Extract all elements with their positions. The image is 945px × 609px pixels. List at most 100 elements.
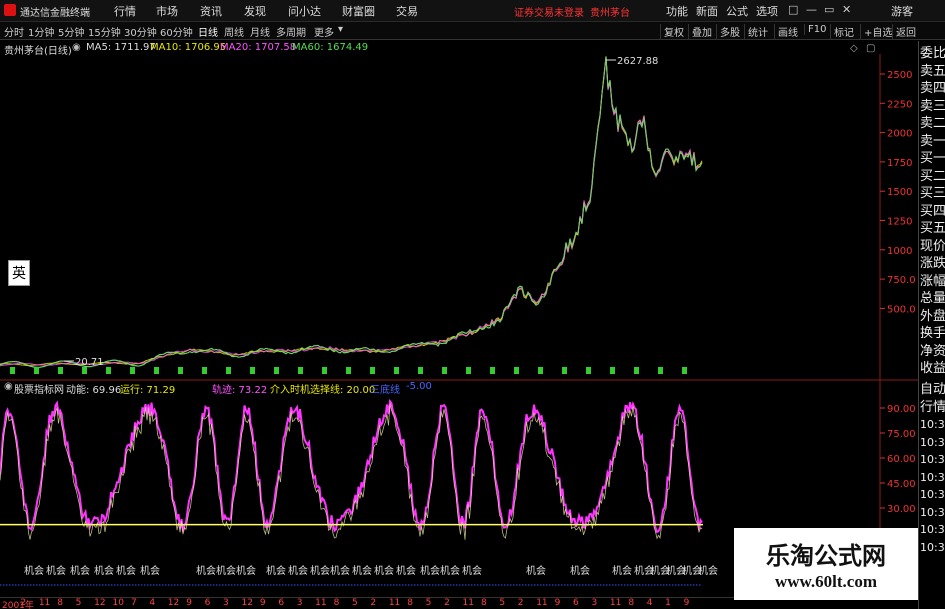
window-icon[interactable]: ▭ xyxy=(824,3,834,16)
signal-label: 机会 xyxy=(196,564,216,577)
close-icon[interactable]: ✕ xyxy=(842,3,851,16)
date-tick-label: 12 xyxy=(167,598,180,608)
tool-f10[interactable]: F10 xyxy=(804,24,826,35)
input-method-badge[interactable]: 英 xyxy=(8,260,30,286)
menu-item-wenxiaoda[interactable]: 问小达 xyxy=(288,3,321,19)
tool-zixuan[interactable]: +自选 xyxy=(860,24,892,39)
quote-field-label: 买一 xyxy=(920,151,945,166)
minimize-icon[interactable]: — xyxy=(806,3,817,16)
signal-label: 机会 xyxy=(24,564,44,577)
event-marker xyxy=(130,367,135,374)
signal-label: 机会 xyxy=(396,564,416,577)
date-tick-label: 5 xyxy=(75,598,82,608)
expand-icon[interactable]: ◇ xyxy=(850,43,858,54)
event-marker xyxy=(34,367,39,374)
guest-label[interactable]: 游客 xyxy=(891,3,913,19)
period-monthly[interactable]: 月线 xyxy=(250,24,270,39)
tool-tongji[interactable]: 统计 xyxy=(744,24,768,39)
date-tick-label: 12 xyxy=(94,598,106,608)
quote-field-label: 买四 xyxy=(920,203,945,219)
y-tick-label: 500.0 xyxy=(887,304,916,315)
y-tick-label: 1250 xyxy=(887,217,912,228)
menu-item-caifuquan[interactable]: 财富圈 xyxy=(342,3,375,19)
date-tick-label: 3 xyxy=(591,598,598,608)
quote-field-label: 卖四 xyxy=(920,81,945,96)
event-marker xyxy=(394,367,399,374)
date-tick-label: 9 xyxy=(554,598,561,608)
restore-icon[interactable]: □ xyxy=(788,3,798,16)
signal-label: 机会 xyxy=(374,564,394,577)
quote-field-label: 卖三 xyxy=(920,98,945,114)
stock-tab[interactable]: 贵州茅台 xyxy=(590,4,630,19)
period-5min[interactable]: 5分钟 xyxy=(58,24,84,39)
zoom-icon[interactable]: ▢ xyxy=(866,43,875,54)
menu-item-gongshi[interactable]: 公式 xyxy=(726,3,748,19)
login-alert[interactable]: 证券交易未登录 xyxy=(514,4,584,19)
price-line-2 xyxy=(0,58,703,367)
y-tick-label: 750.0 xyxy=(887,275,916,286)
date-tick-label: 9 xyxy=(683,598,690,608)
menu-item-hangqing[interactable]: 行情 xyxy=(114,3,136,19)
ind-y-tick-label: 30.00 xyxy=(887,504,916,515)
quote-field-label: 涨跌 xyxy=(920,256,945,271)
period-15min[interactable]: 15分钟 xyxy=(88,24,121,39)
y-tick-label: 2500 xyxy=(887,70,912,81)
chevron-down-icon[interactable]: ▾ xyxy=(338,24,343,35)
jieru-label: 介入时机选择线: 20.00 xyxy=(270,385,376,396)
time-field-label[interactable]: 自动 xyxy=(920,381,945,398)
quote-field-label: 卖二 xyxy=(920,116,945,131)
event-marker xyxy=(322,367,327,374)
price-line-3 xyxy=(0,56,703,368)
tool-duogu[interactable]: 多股 xyxy=(716,24,740,39)
menu-item-jiaoyi[interactable]: 交易 xyxy=(396,3,418,19)
time-field-label: 行情 xyxy=(920,399,945,415)
date-tick-label: 6 xyxy=(278,598,285,608)
tool-biaoji[interactable]: 标记 xyxy=(830,24,854,39)
time-field-label: 10:31 xyxy=(920,453,945,466)
dongneng-label: 动能: 69.96 xyxy=(66,385,122,396)
date-tick-label: 7 xyxy=(130,598,137,608)
period-daily[interactable]: 日线 xyxy=(198,24,218,39)
right-quote-panel[interactable]: 委比 卖五 卖四 卖三 卖二 卖一 买一 买二 买三 买四 买五 现价 涨跌 涨幅 总量 外盘 换手 净资 收益 自动… xyxy=(918,41,945,609)
tool-diejia[interactable]: 叠加 xyxy=(688,24,712,39)
event-marker xyxy=(538,367,543,374)
gear-icon[interactable]: ◉ xyxy=(4,381,13,392)
extra-label-2: -5.00 xyxy=(406,381,432,392)
signal-label: 机会 xyxy=(570,564,590,577)
signal-label: 机会 xyxy=(288,564,308,577)
tool-huaxian[interactable]: 画线 xyxy=(774,24,798,39)
period-weekly[interactable]: 周线 xyxy=(224,24,244,39)
quote-field-label: 卖五 xyxy=(920,63,945,79)
menu-item-gongneng[interactable]: 功能 xyxy=(666,3,688,19)
high-label: 2627.88 xyxy=(617,56,658,67)
period-1min[interactable]: 1分钟 xyxy=(28,24,54,39)
signal-label: 机会 xyxy=(330,564,350,577)
signal-label: 机会 xyxy=(526,564,546,577)
period-multi[interactable]: 多周期 xyxy=(276,24,306,39)
tool-fanhui[interactable]: 返回 xyxy=(892,24,916,39)
time-field-label: 10:31 xyxy=(920,418,945,431)
date-tick-label: 8 xyxy=(480,598,487,608)
menu-item-xinmian[interactable]: 新面 xyxy=(696,3,718,19)
period-more[interactable]: 更多 xyxy=(314,24,334,39)
period-30min[interactable]: 30分钟 xyxy=(124,24,157,39)
menu-item-xuanxiang[interactable]: 选项 xyxy=(756,3,778,19)
menu-item-zixun[interactable]: 资讯 xyxy=(200,3,222,19)
menu-item-shichang[interactable]: 市场 xyxy=(156,3,178,19)
date-tick-label: 5 xyxy=(352,598,358,608)
date-tick-label: 2 xyxy=(444,598,450,608)
date-tick-label: 9 xyxy=(259,598,266,608)
event-marker xyxy=(250,367,255,374)
time-field-label: 10:31 xyxy=(920,540,945,554)
period-60min[interactable]: 60分钟 xyxy=(160,24,193,39)
chart-canvas[interactable]: 2500 2250 2000 1750 1500 1250 1000 750.0 500.0 26… xyxy=(0,40,918,597)
y-tick-label: 1750 xyxy=(887,158,912,169)
y-tick-label: 2250 xyxy=(887,99,912,110)
date-tick-label: 5 xyxy=(499,598,506,608)
period-toolbar: 分时 1分钟 5分钟 15分钟 30分钟 60分钟 日线 周线 月线 多周期 更… xyxy=(0,22,945,40)
menu-item-faxian[interactable]: 发现 xyxy=(244,3,266,19)
event-marker xyxy=(226,367,231,374)
period-fenshi[interactable]: 分时 xyxy=(4,24,24,39)
tool-fuquan[interactable]: 复权 xyxy=(660,24,684,39)
event-marker xyxy=(346,367,351,374)
